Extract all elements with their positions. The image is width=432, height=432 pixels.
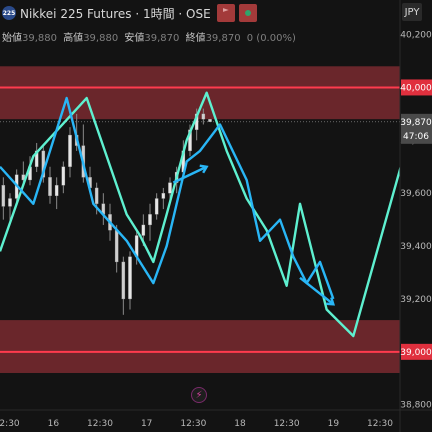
time-tick-label: 12:30 bbox=[367, 419, 393, 429]
currency-button[interactable]: JPY bbox=[402, 3, 422, 21]
candle bbox=[1, 185, 6, 207]
open-value: 39,880 bbox=[22, 33, 57, 44]
price-tick-label: 38,800 bbox=[400, 401, 432, 411]
zone-price-tag-label: 40,000 bbox=[400, 83, 432, 93]
market-status-button[interactable] bbox=[238, 4, 257, 22]
chart-header: 225 Nikkei 225 Futures · 1時間 · OSE bbox=[2, 2, 257, 24]
symbol-title[interactable]: Nikkei 225 Futures · 1時間 · OSE bbox=[20, 5, 211, 22]
low-label: 安値 bbox=[124, 33, 145, 44]
close-value: 39,870 bbox=[205, 33, 241, 44]
candle bbox=[161, 193, 166, 199]
flag-icon bbox=[222, 8, 229, 12]
symbol-logo: 225 bbox=[2, 6, 16, 20]
time-tick-label: 16 bbox=[48, 419, 60, 429]
candle bbox=[141, 224, 146, 236]
current-price-label: 39,870 bbox=[400, 118, 432, 128]
resistance-zone-1 bbox=[0, 320, 400, 373]
candle bbox=[154, 198, 159, 215]
bolt-icon[interactable]: ⚡ bbox=[191, 387, 207, 403]
time-tick-label: 12:30 bbox=[274, 419, 300, 429]
candle bbox=[168, 182, 172, 194]
time-tick-label: 18 bbox=[234, 419, 246, 429]
candle bbox=[8, 198, 12, 207]
close-label: 終値 bbox=[185, 33, 206, 44]
low-value: 39,870 bbox=[144, 33, 180, 44]
price-tick-label: 40,200 bbox=[400, 31, 432, 41]
open-label: 始値 bbox=[2, 33, 22, 44]
zone-price-tag-label: 39,000 bbox=[400, 348, 432, 358]
candle bbox=[208, 119, 212, 122]
candle bbox=[54, 185, 59, 196]
high-value: 39,880 bbox=[83, 33, 119, 44]
time-tick-label: 19 bbox=[328, 419, 340, 429]
candle bbox=[48, 177, 52, 196]
high-label: 高値 bbox=[63, 33, 84, 44]
candle bbox=[94, 187, 99, 204]
time-tick-label: 12:30 bbox=[180, 419, 206, 429]
candle bbox=[148, 214, 152, 226]
candle bbox=[61, 166, 66, 186]
candle bbox=[68, 134, 72, 167]
ohlc-legend: 始値39,880 高値39,880 安値39,870 終値39,870 0 (0… bbox=[2, 29, 299, 44]
price-tick-label: 39,200 bbox=[400, 295, 432, 305]
price-chart[interactable]: 40,20040,00039,80039,60039,40039,20039,0… bbox=[0, 0, 432, 432]
price-tick-label: 39,600 bbox=[400, 189, 432, 199]
change-value: 0 (0.00%) bbox=[246, 33, 296, 44]
plot-area bbox=[0, 66, 400, 373]
candle bbox=[114, 230, 119, 263]
candle bbox=[128, 256, 132, 300]
market-open-icon bbox=[244, 10, 251, 16]
flag-button[interactable] bbox=[216, 4, 235, 22]
countdown-label: 47:06 bbox=[403, 132, 429, 142]
candle bbox=[201, 113, 206, 120]
time-tick-label: 12:30 bbox=[87, 419, 113, 429]
time-tick-label: 17 bbox=[141, 419, 152, 429]
candle bbox=[121, 261, 126, 300]
price-tick-label: 39,400 bbox=[400, 242, 432, 252]
time-tick-label: 12:30 bbox=[0, 419, 20, 429]
